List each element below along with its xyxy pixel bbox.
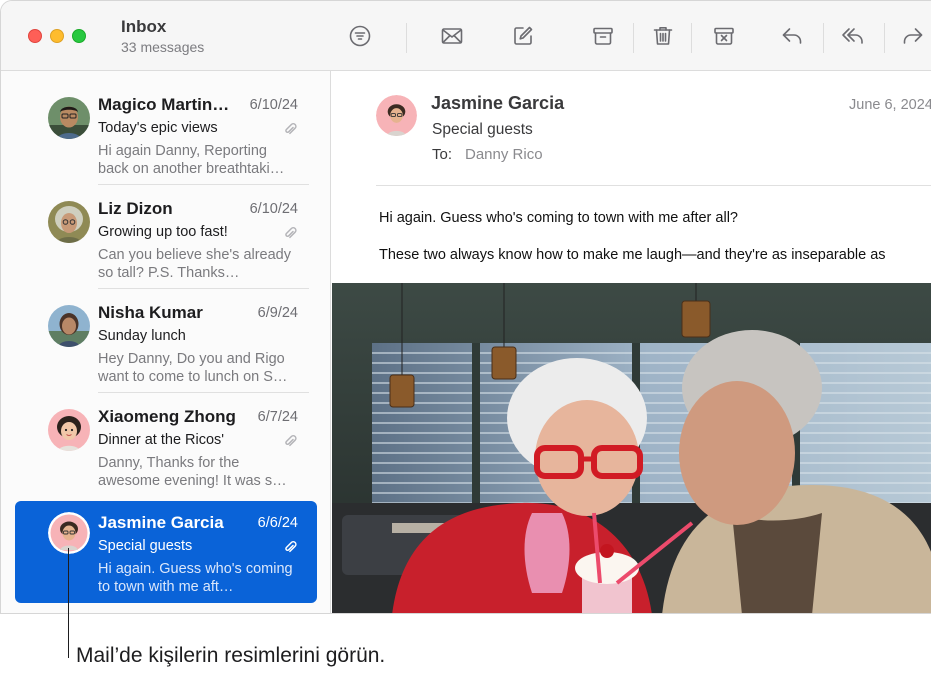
mail-window: Inbox 33 messages Magico Martin… 6/10/24…: [0, 0, 931, 614]
recipient-name[interactable]: Danny Rico: [465, 146, 543, 163]
close-button[interactable]: [28, 29, 42, 43]
message-item[interactable]: Nisha Kumar 6/9/24 Sunday lunch Hey Dann…: [15, 291, 317, 393]
toolbar-separator: [691, 23, 692, 53]
message-subject: Dinner at the Ricos': [98, 432, 225, 448]
envelope-icon[interactable]: [439, 23, 465, 49]
to-label: To:: [432, 146, 453, 163]
divider: [98, 288, 309, 289]
avatar: [48, 97, 90, 139]
message-preview: Hi again Danny, Reporting back on anothe…: [98, 143, 285, 177]
toolbar-separator: [633, 23, 634, 53]
message-date: June 6, 2024: [849, 97, 931, 113]
toolbar: Inbox 33 messages: [1, 1, 931, 71]
callout-caption: Mail’de kişilerin resimlerini görün.: [76, 644, 386, 667]
mailbox-title: Inbox: [121, 17, 167, 36]
archive-icon[interactable]: [590, 23, 616, 49]
message-preview: Hey Danny, Do you and Rigo want to come …: [98, 351, 288, 385]
sender-name: Jasmine Garcia: [98, 513, 224, 532]
message-item[interactable]: Liz Dizon 6/10/24 Growing up too fast! C…: [15, 187, 317, 289]
message-subject: Special guests: [98, 538, 193, 554]
paperclip-icon: [282, 225, 298, 241]
reading-pane: Jasmine Garcia June 6, 2024 Special gues…: [332, 71, 931, 613]
window-controls: [28, 29, 86, 43]
message-body-line: Hi again. Guess who's coming to town wit…: [379, 210, 738, 226]
message-item[interactable]: Xiaomeng Zhong 6/7/24 Dinner at the Rico…: [15, 395, 317, 497]
mailbox-title-block: Inbox 33 messages: [121, 17, 204, 55]
minimize-button[interactable]: [50, 29, 64, 43]
sender-avatar: [376, 95, 417, 136]
message-count: 33 messages: [121, 39, 205, 55]
avatar: [48, 201, 90, 243]
avatar: [48, 512, 90, 554]
message-list: Magico Martin… 6/10/24 Today's epic view…: [1, 71, 331, 613]
compose-icon[interactable]: [510, 23, 536, 49]
message-preview: Can you believe she's already so tall? P…: [98, 247, 291, 281]
zoom-button[interactable]: [72, 29, 86, 43]
message-item[interactable]: Magico Martin… 6/10/24 Today's epic view…: [15, 83, 317, 185]
toolbar-separator: [823, 23, 824, 53]
message-subject: Today's epic views: [98, 120, 218, 136]
message-subject: Growing up too fast!: [98, 224, 228, 240]
toolbar-separator: [406, 23, 407, 53]
avatar: [48, 409, 90, 451]
message-date: 6/6/24: [257, 515, 298, 531]
message-body-line: These two always know how to make me lau…: [379, 247, 886, 263]
sender-name: Magico Martin…: [98, 95, 230, 114]
forward-icon[interactable]: [900, 23, 926, 49]
filter-icon[interactable]: [347, 23, 373, 49]
callout-line: [68, 548, 69, 658]
sender-name: Nisha Kumar: [98, 303, 203, 322]
toolbar-separator: [884, 23, 885, 53]
paperclip-icon: [282, 433, 298, 449]
reply-icon[interactable]: [779, 23, 805, 49]
sender-name: Liz Dizon: [98, 199, 173, 218]
reply-all-icon[interactable]: [840, 23, 866, 49]
message-preview: Hi again. Guess who's coming to town wit…: [98, 561, 293, 595]
sender-name: Xiaomeng Zhong: [98, 407, 236, 426]
junk-icon[interactable]: [711, 23, 737, 49]
paperclip-icon: [282, 539, 298, 555]
header-divider: [376, 185, 931, 186]
message-preview: Danny, Thanks for the awesome evening! I…: [98, 455, 287, 489]
divider: [98, 392, 309, 393]
message-date: 6/9/24: [257, 305, 298, 321]
message-item-selected[interactable]: Jasmine Garcia 6/6/24 Special guests Hi …: [15, 501, 317, 603]
avatar: [48, 305, 90, 347]
message-date: 6/10/24: [249, 97, 298, 113]
message-date: 6/7/24: [257, 409, 298, 425]
message-subject: Special guests: [432, 121, 533, 138]
divider: [98, 184, 309, 185]
paperclip-icon: [282, 121, 298, 137]
attached-photo[interactable]: [332, 283, 931, 613]
message-date: 6/10/24: [249, 201, 298, 217]
sender-name[interactable]: Jasmine Garcia: [431, 93, 564, 114]
message-subject: Sunday lunch: [98, 328, 186, 344]
trash-icon[interactable]: [650, 23, 676, 49]
